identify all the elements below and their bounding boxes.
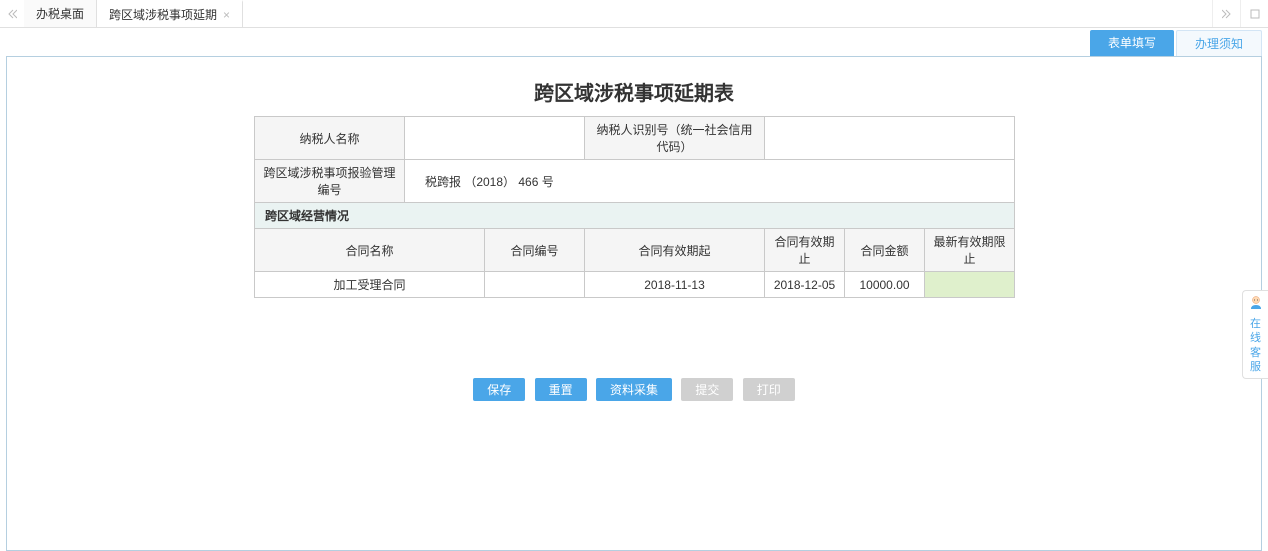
collect-button[interactable]: 资料采集 xyxy=(596,378,672,401)
close-icon[interactable]: × xyxy=(223,9,230,21)
sec-tab-label: 办理须知 xyxy=(1195,37,1243,51)
content-area: 跨区域涉税事项延期表 纳税人名称 纳税人识别号（统一社会信用代码） 跨区域涉税事… xyxy=(6,56,1262,551)
tab-label: 办税桌面 xyxy=(36,5,84,22)
print-button: 打印 xyxy=(743,378,795,401)
tab-scroll-left[interactable] xyxy=(0,0,24,27)
submit-button: 提交 xyxy=(681,378,733,401)
label-taxpayer-id: 纳税人识别号（统一社会信用代码） xyxy=(585,117,765,160)
maximize-button[interactable] xyxy=(1240,0,1268,27)
tab-label: 跨区域涉税事项延期 xyxy=(109,6,217,23)
tab-form-fill[interactable]: 表单填写 xyxy=(1090,30,1174,56)
secondary-tabs: 表单填写 办理须知 xyxy=(0,28,1268,56)
label-management-no: 跨区域涉税事项报验管理编号 xyxy=(255,160,405,203)
value-taxpayer-name[interactable] xyxy=(405,117,585,160)
col-contract-no: 合同编号 xyxy=(485,229,585,272)
tabs-container: 办税桌面 跨区域涉税事项延期 × xyxy=(24,0,243,27)
form-panel: 跨区域涉税事项延期表 纳税人名称 纳税人识别号（统一社会信用代码） 跨区域涉税事… xyxy=(254,67,1014,401)
label-taxpayer-name: 纳税人名称 xyxy=(255,117,405,160)
tab-bar: 办税桌面 跨区域涉税事项延期 × xyxy=(0,0,1268,28)
cell-amount: 10000.00 xyxy=(845,272,925,298)
button-row: 保存 重置 资料采集 提交 打印 xyxy=(254,378,1014,401)
table-row: 加工受理合同 2018-11-13 2018-12-05 10000.00 xyxy=(255,272,1015,298)
tab-cross-region-extension[interactable]: 跨区域涉税事项延期 × xyxy=(97,0,243,27)
cell-contract-name: 加工受理合同 xyxy=(255,272,485,298)
window-controls xyxy=(1212,0,1268,27)
form-table: 纳税人名称 纳税人识别号（统一社会信用代码） 跨区域涉税事项报验管理编号 税跨报… xyxy=(254,116,1015,298)
col-amount: 合同金额 xyxy=(845,229,925,272)
online-help-widget[interactable]: 在线客服 xyxy=(1242,290,1268,379)
cell-contract-no xyxy=(485,272,585,298)
cell-valid-to: 2018-12-05 xyxy=(765,272,845,298)
support-icon xyxy=(1245,295,1266,315)
section-header: 跨区域经营情况 xyxy=(255,203,1015,229)
form-title: 跨区域涉税事项延期表 xyxy=(254,67,1014,116)
col-new-valid-to: 最新有效期限止 xyxy=(925,229,1015,272)
value-taxpayer-id[interactable] xyxy=(765,117,1015,160)
value-management-no: 税跨报 （2018） 466 号 xyxy=(405,160,1015,203)
cell-new-valid-to[interactable] xyxy=(925,272,1015,298)
cell-valid-from: 2018-11-13 xyxy=(585,272,765,298)
help-label: 在线客服 xyxy=(1250,318,1261,373)
col-valid-to: 合同有效期止 xyxy=(765,229,845,272)
sec-tab-label: 表单填写 xyxy=(1108,36,1156,50)
tab-scroll-right[interactable] xyxy=(1212,0,1240,27)
reset-button[interactable]: 重置 xyxy=(535,378,587,401)
col-valid-from: 合同有效期起 xyxy=(585,229,765,272)
save-button[interactable]: 保存 xyxy=(473,378,525,401)
tab-process-notice[interactable]: 办理须知 xyxy=(1176,30,1262,56)
tab-tax-desktop[interactable]: 办税桌面 xyxy=(24,0,97,27)
col-contract-name: 合同名称 xyxy=(255,229,485,272)
